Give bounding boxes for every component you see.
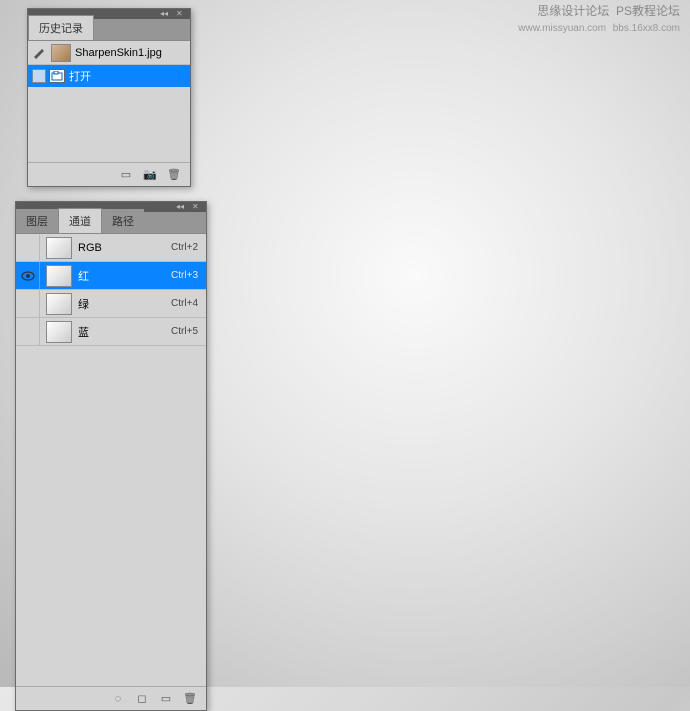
channel-thumbnail (46, 265, 72, 287)
history-state-label: 打开 (69, 68, 91, 84)
watermark: 思缘设计论坛 PS教程论坛 www.missyuan.com bbs.16xx8… (518, 4, 680, 35)
channel-rgb[interactable]: RGB Ctrl+2 (16, 234, 206, 262)
channel-thumbnail (46, 321, 72, 343)
channel-shortcut: Ctrl+2 (171, 242, 206, 253)
history-state-open[interactable]: 打开 (28, 65, 190, 87)
channels-content: RGB Ctrl+2 红 Ctrl+3 绿 Ctrl+4 蓝 Ctrl+5 (16, 234, 206, 686)
channel-label: 蓝 (78, 324, 171, 340)
channels-empty-area (16, 346, 206, 686)
history-panel: ◂◂ ✕ 历史记录 SharpenSkin1.jpg 打开 ▭ 📷 🗑 (27, 8, 191, 187)
save-selection-icon[interactable]: ◻ (134, 692, 150, 706)
eye-icon (21, 271, 35, 281)
open-file-icon (49, 69, 65, 83)
history-content: SharpenSkin1.jpg 打开 (28, 41, 190, 162)
history-brush-icon (32, 45, 48, 61)
channel-thumbnail (46, 237, 72, 259)
tab-channels[interactable]: 通道 (58, 208, 102, 233)
trash-icon[interactable]: 🗑 (166, 168, 182, 182)
channel-shortcut: Ctrl+4 (171, 298, 206, 309)
snapshot-thumbnail (51, 44, 71, 62)
visibility-toggle[interactable] (16, 234, 40, 261)
trash-icon[interactable]: 🗑 (182, 692, 198, 706)
load-selection-icon[interactable]: ◌ (110, 692, 126, 706)
new-snapshot-icon[interactable]: 📷 (142, 168, 158, 182)
channel-shortcut: Ctrl+3 (171, 270, 206, 281)
collapse-icon[interactable]: ◂◂ (160, 10, 170, 18)
channels-footer: ◌ ◻ ▭ 🗑 (16, 686, 206, 710)
history-snapshot[interactable]: SharpenSkin1.jpg (28, 41, 190, 65)
panel-tabs: 历史记录 (28, 19, 190, 41)
new-channel-icon[interactable]: ▭ (158, 692, 174, 706)
channel-label: 绿 (78, 296, 171, 312)
visibility-toggle[interactable] (16, 318, 40, 345)
watermark-text: 思缘设计论坛 (537, 4, 609, 18)
close-icon[interactable]: ✕ (176, 10, 186, 18)
tab-history[interactable]: 历史记录 (28, 15, 94, 40)
watermark-url: www.missyuan.com (518, 23, 606, 34)
watermark-text: PS教程论坛 (616, 4, 680, 18)
visibility-toggle[interactable] (16, 262, 40, 289)
channel-shortcut: Ctrl+5 (171, 326, 206, 337)
new-document-icon[interactable]: ▭ (118, 168, 134, 182)
collapse-icon[interactable]: ◂◂ (176, 203, 186, 211)
channels-panel: ◂◂ ✕ 图层 通道 路径 RGB Ctrl+2 红 Ctrl+3 绿 Ctrl… (15, 201, 207, 711)
history-source-checkbox[interactable] (32, 69, 46, 83)
visibility-toggle[interactable] (16, 290, 40, 317)
tab-paths[interactable]: 路径 (102, 209, 144, 233)
history-footer: ▭ 📷 🗑 (28, 162, 190, 186)
history-empty-area (28, 87, 190, 162)
close-icon[interactable]: ✕ (192, 203, 202, 211)
panel-tabs: 图层 通道 路径 (16, 212, 206, 234)
channel-red[interactable]: 红 Ctrl+3 (16, 262, 206, 290)
channel-thumbnail (46, 293, 72, 315)
watermark-url: bbs.16xx8.com (613, 23, 680, 34)
snapshot-name: SharpenSkin1.jpg (75, 47, 162, 59)
channel-label: RGB (78, 242, 171, 254)
channel-label: 红 (78, 268, 171, 284)
channel-blue[interactable]: 蓝 Ctrl+5 (16, 318, 206, 346)
channel-green[interactable]: 绿 Ctrl+4 (16, 290, 206, 318)
tab-layers[interactable]: 图层 (16, 209, 58, 233)
